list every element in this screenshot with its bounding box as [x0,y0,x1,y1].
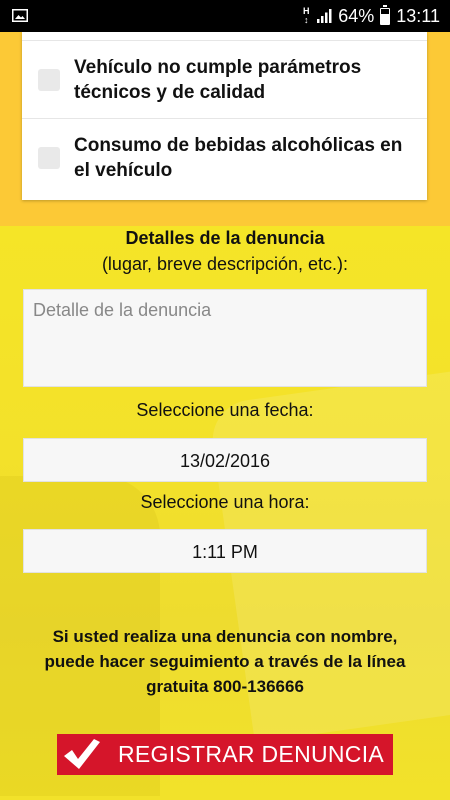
option-alcohol[interactable]: Consumo de bebidas alcohólicas en el veh… [22,119,427,200]
register-button[interactable]: REGISTRAR DENUNCIA [57,734,393,775]
register-button-label: REGISTRAR DENUNCIA [117,741,385,767]
checkbox-vehicle-parameters[interactable] [38,69,60,91]
option-label: Vehículo no cumple parámetros técnicos y… [74,57,362,103]
info-line-2: puede hacer seguimiento a través de la l… [44,652,406,671]
clock: 13:11 [396,5,440,26]
info-line-1: Si usted realiza una denuncia con nombre… [52,627,398,646]
time-field[interactable]: 1:11 PM [23,529,427,573]
details-title: Detalles de la denuncia [125,228,325,248]
network-letter: H [303,6,310,16]
battery-icon [380,4,391,25]
date-label: Seleccione una fecha: [136,400,314,420]
info-text: Si usted realiza una denuncia con nombre… [0,624,450,699]
time-label: Seleccione una hora: [140,492,310,512]
details-textarea[interactable] [23,289,427,387]
details-subtitle: (lugar, breve descripción, etc.): [101,254,349,274]
h-network-icon: H ↕ [303,6,310,25]
option-vehicle-parameters[interactable]: Vehículo no cumple parámetros técnicos y… [22,41,427,118]
signal-icon [317,9,332,23]
checkmark-icon [57,734,103,775]
status-bar: H ↕ 64% 13:11 [0,0,450,32]
option-label: Consumo de bebidas alcohólicas en el veh… [74,135,403,181]
picture-icon [12,9,28,22]
battery-percent: 64% [338,5,375,26]
options-section: Vehículo no cumple parámetros técnicos y… [0,32,450,226]
form-section: Detalles de la denuncia (lugar, breve de… [0,226,450,800]
status-right: H ↕ 64% 13:11 [302,0,440,32]
checkbox-alcohol[interactable] [38,147,60,169]
info-line-3: gratuita 800-136666 [146,677,304,696]
date-field[interactable]: 13/02/2016 [23,438,427,482]
options-card: Vehículo no cumple parámetros técnicos y… [22,32,427,200]
